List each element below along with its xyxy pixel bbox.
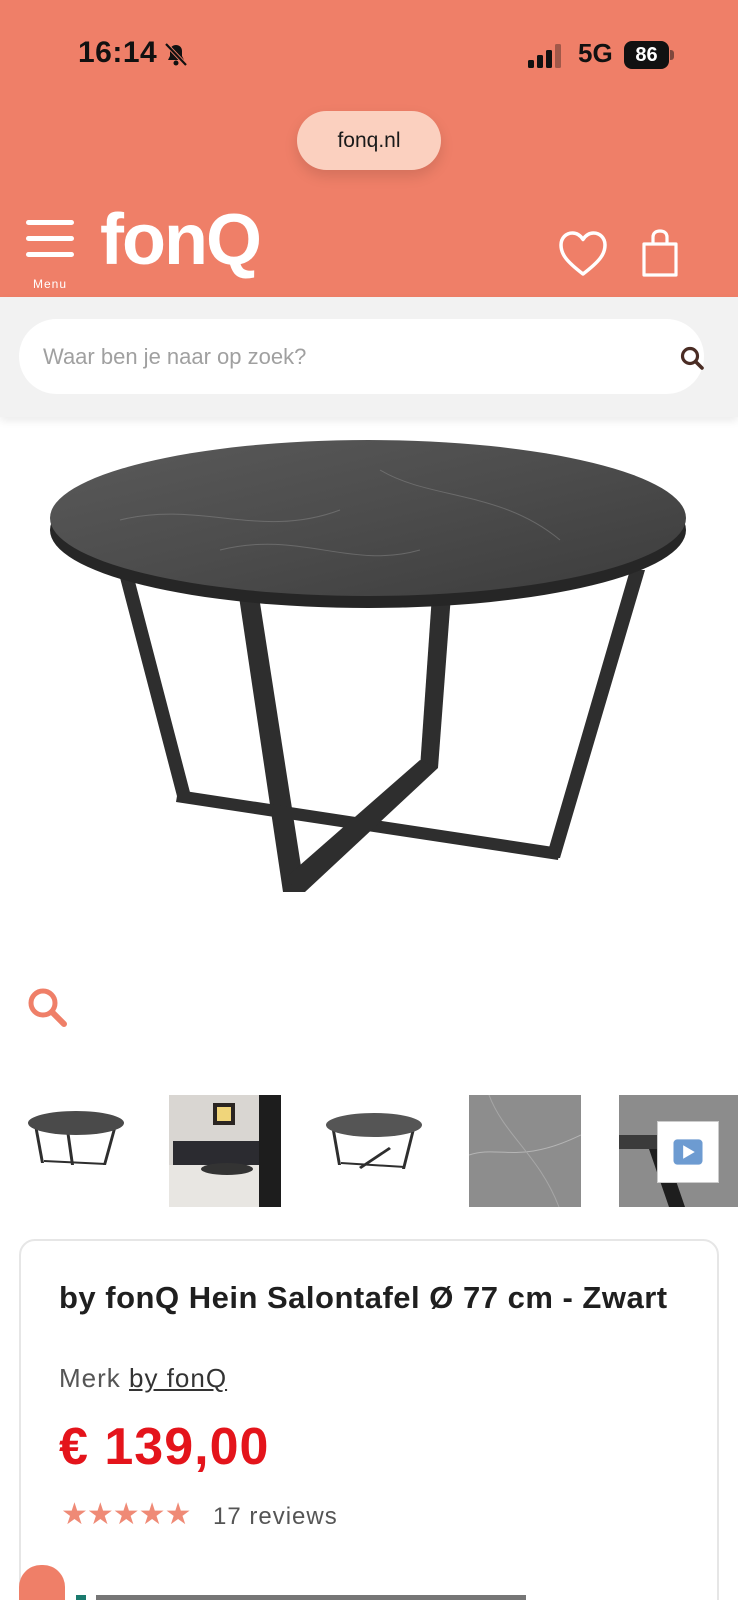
video-play-icon[interactable] xyxy=(657,1121,719,1183)
cut-off-content xyxy=(76,1595,526,1600)
product-info-card: by fonQ Hein Salontafel Ø 77 cm - Zwart … xyxy=(19,1239,719,1600)
rating-stars[interactable]: ★★★★★ xyxy=(61,1497,191,1532)
network-type: 5G xyxy=(578,38,613,68)
menu-label: Menu xyxy=(33,277,68,291)
battery-level: 86 xyxy=(624,41,669,69)
signal-icon xyxy=(528,44,561,68)
search-input[interactable] xyxy=(43,319,643,394)
battery-tip xyxy=(670,50,674,60)
app-header: 16:14 5G 86 fonq.nl Menu fonQ xyxy=(0,0,738,297)
chat-button[interactable] xyxy=(19,1565,65,1600)
battery-icon: 86 xyxy=(624,41,674,69)
thumbnail-1[interactable] xyxy=(24,1095,136,1207)
thumbnail-4[interactable] xyxy=(469,1095,581,1207)
bag-icon[interactable] xyxy=(640,228,680,278)
search-field[interactable] xyxy=(19,319,704,394)
product-title: by fonQ Hein Salontafel Ø 77 cm - Zwart xyxy=(59,1280,668,1315)
thumbnail-3[interactable] xyxy=(319,1095,431,1207)
thumbnail-strip xyxy=(0,1095,738,1210)
thumbnail-2[interactable] xyxy=(169,1095,281,1207)
search-bar xyxy=(0,297,738,417)
zoom-icon[interactable] xyxy=(26,986,68,1028)
brand-prefix: Merk xyxy=(59,1363,121,1393)
fonq-logo[interactable]: fonQ xyxy=(100,204,262,276)
bell-off-icon xyxy=(164,42,188,67)
search-icon[interactable] xyxy=(679,345,705,371)
reviews-link[interactable]: 17 reviews xyxy=(213,1503,338,1531)
product-price: € 139,00 xyxy=(59,1418,270,1476)
status-time: 16:14 xyxy=(78,36,158,69)
product-image[interactable] xyxy=(0,430,738,930)
brand-link[interactable]: by fonQ xyxy=(129,1363,227,1393)
url-bar[interactable]: fonq.nl xyxy=(297,111,441,170)
menu-icon xyxy=(26,220,76,257)
brand-line: Merk by fonQ xyxy=(59,1363,227,1394)
heart-icon[interactable] xyxy=(558,230,608,278)
